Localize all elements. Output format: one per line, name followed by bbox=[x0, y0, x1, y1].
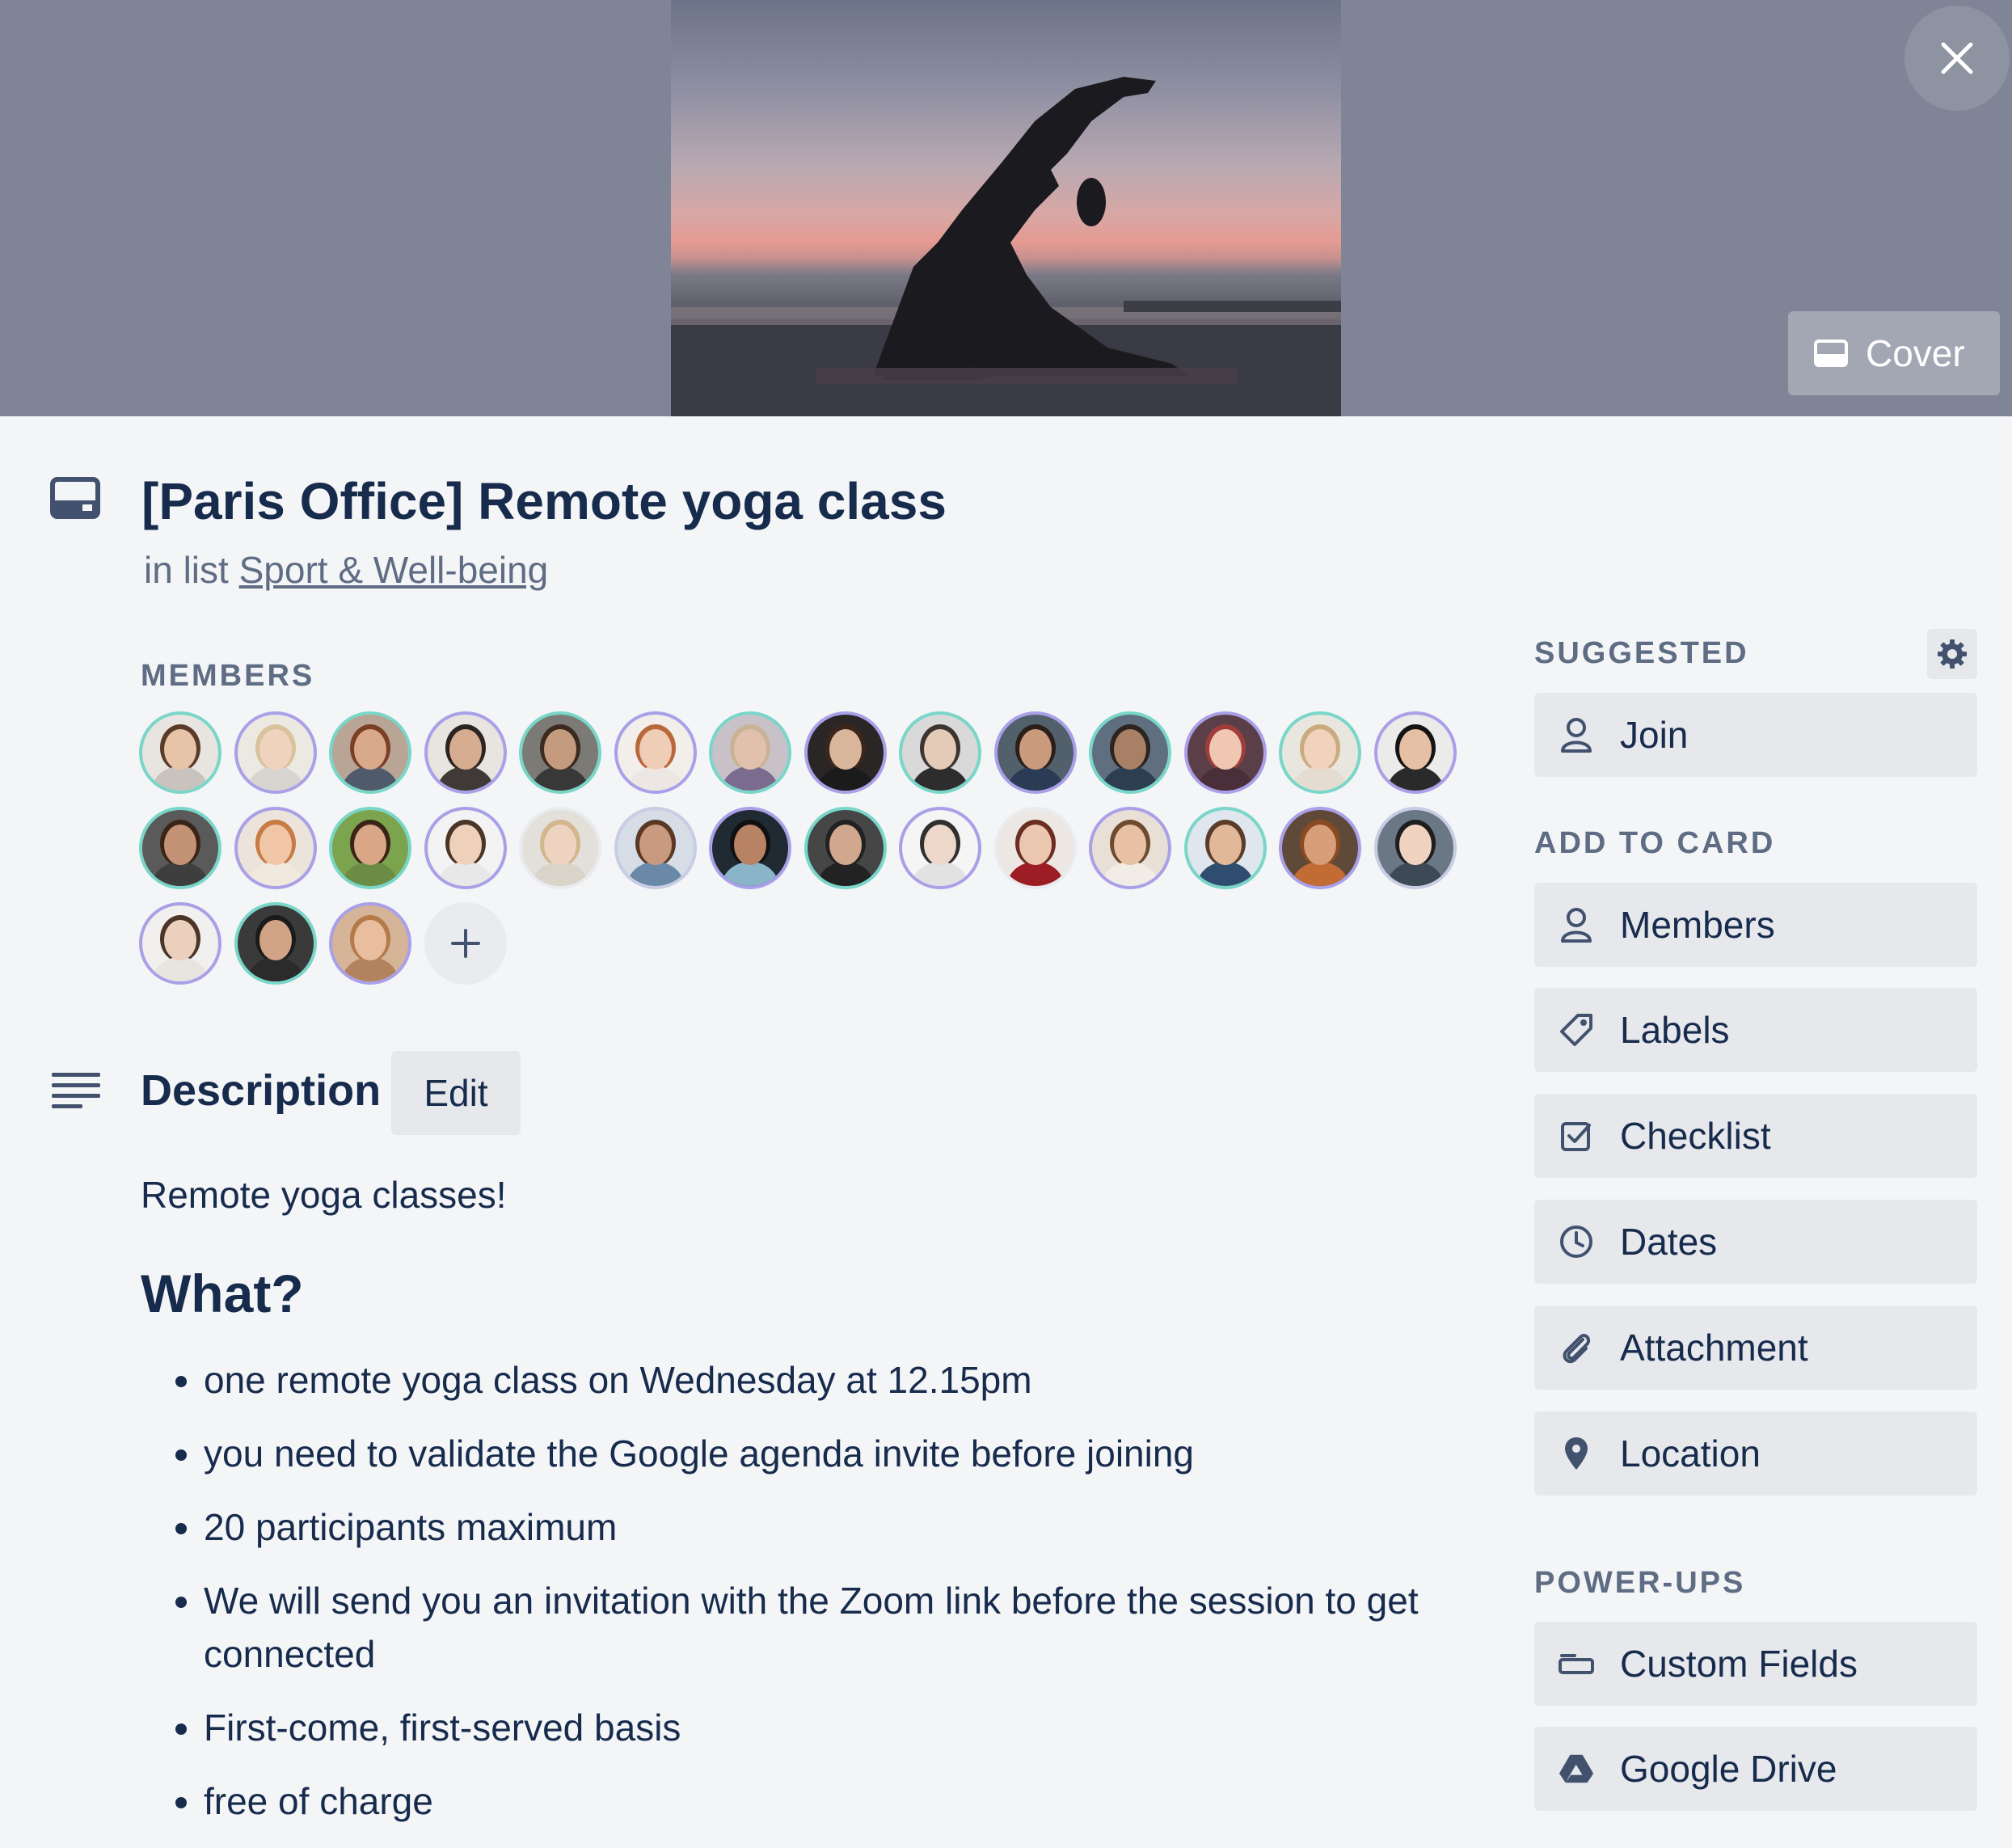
description-intro: Remote yoga classes! bbox=[141, 1174, 507, 1216]
dates-button[interactable]: Dates bbox=[1534, 1200, 1977, 1284]
add-members-button[interactable]: Members bbox=[1534, 883, 1977, 967]
member-avatar[interactable] bbox=[1183, 807, 1267, 889]
description-list-item: We will send you an invitation with the … bbox=[204, 1574, 1474, 1681]
labels-button-label: Labels bbox=[1620, 1009, 1730, 1051]
member-avatar[interactable] bbox=[709, 807, 791, 889]
paperclip-icon bbox=[1559, 1330, 1594, 1365]
member-avatar[interactable] bbox=[993, 711, 1077, 794]
member-avatar[interactable] bbox=[519, 711, 601, 794]
list-link[interactable]: Sport & Well-being bbox=[239, 549, 549, 591]
edit-description-button[interactable]: Edit bbox=[391, 1051, 521, 1135]
google-drive-icon bbox=[1559, 1751, 1594, 1787]
person-icon bbox=[1559, 907, 1594, 943]
member-avatar[interactable] bbox=[1373, 711, 1457, 794]
in-list-prefix: in list bbox=[144, 549, 229, 591]
plus-icon bbox=[450, 929, 480, 958]
suggested-settings-button[interactable] bbox=[1927, 629, 1977, 679]
suggested-label: SUGGESTED bbox=[1534, 636, 1749, 670]
member-avatar[interactable] bbox=[1183, 711, 1267, 794]
member-avatar[interactable] bbox=[424, 711, 507, 794]
power-ups-label: POWER-UPS bbox=[1534, 1566, 1746, 1600]
member-avatar[interactable] bbox=[1373, 807, 1457, 889]
close-button[interactable] bbox=[1904, 6, 2010, 111]
member-avatar[interactable] bbox=[234, 807, 317, 889]
attachment-button[interactable]: Attachment bbox=[1534, 1306, 1977, 1390]
member-avatar[interactable] bbox=[1089, 807, 1171, 889]
member-avatar[interactable] bbox=[804, 711, 887, 794]
checklist-icon bbox=[1559, 1118, 1594, 1154]
member-avatar[interactable] bbox=[614, 807, 697, 889]
member-avatar[interactable] bbox=[709, 711, 791, 794]
members-button-label: Members bbox=[1620, 904, 1775, 946]
member-avatar[interactable] bbox=[329, 902, 411, 985]
member-avatar[interactable] bbox=[1089, 711, 1171, 794]
in-list-text: in list Sport & Well-being bbox=[144, 548, 548, 592]
members-label: MEMBERS bbox=[141, 659, 315, 693]
description-list-item: you need to validate the Google agenda i… bbox=[204, 1427, 1474, 1480]
member-avatar[interactable] bbox=[139, 711, 221, 794]
add-member-button[interactable] bbox=[424, 902, 507, 985]
custom-fields-icon bbox=[1559, 1646, 1594, 1681]
attachment-button-label: Attachment bbox=[1620, 1327, 1808, 1369]
member-avatar[interactable] bbox=[1279, 711, 1361, 794]
add-to-card-label: ADD TO CARD bbox=[1534, 826, 1776, 860]
description-list-item: free of charge bbox=[204, 1774, 1474, 1828]
member-avatar[interactable] bbox=[899, 807, 981, 889]
member-avatar[interactable] bbox=[614, 711, 697, 794]
description-heading: What? bbox=[141, 1264, 304, 1323]
checklist-button[interactable]: Checklist bbox=[1534, 1094, 1977, 1178]
labels-button[interactable]: Labels bbox=[1534, 988, 1977, 1072]
close-icon bbox=[1941, 42, 1973, 74]
google-drive-button[interactable]: Google Drive bbox=[1534, 1727, 1977, 1811]
member-avatar[interactable] bbox=[139, 807, 221, 889]
cover-button[interactable]: Cover bbox=[1788, 311, 2000, 395]
card-cover-icon bbox=[1814, 340, 1848, 367]
tag-icon bbox=[1559, 1012, 1594, 1048]
member-avatar[interactable] bbox=[234, 902, 317, 985]
card-cover: Cover bbox=[0, 0, 2012, 416]
person-icon bbox=[1559, 717, 1594, 753]
member-avatar[interactable] bbox=[993, 807, 1077, 889]
card-title[interactable]: [Paris Office] Remote yoga class bbox=[141, 469, 947, 534]
description-body[interactable]: Remote yoga classes! What? one remote yo… bbox=[141, 1171, 1474, 1848]
checklist-button-label: Checklist bbox=[1620, 1115, 1771, 1157]
member-avatar[interactable] bbox=[329, 807, 411, 889]
member-avatar[interactable] bbox=[234, 711, 317, 794]
member-avatar[interactable] bbox=[139, 902, 221, 985]
clock-icon bbox=[1559, 1224, 1594, 1259]
cover-button-label: Cover bbox=[1866, 332, 1965, 374]
join-label: Join bbox=[1620, 714, 1689, 756]
description-list-item: First-come, first-served basis bbox=[204, 1701, 1474, 1754]
member-avatar[interactable] bbox=[804, 807, 887, 889]
dates-button-label: Dates bbox=[1620, 1221, 1718, 1263]
google-drive-label: Google Drive bbox=[1620, 1748, 1837, 1790]
member-avatar[interactable] bbox=[1279, 807, 1361, 889]
custom-fields-button[interactable]: Custom Fields bbox=[1534, 1622, 1977, 1706]
description-list-item: one remote yoga class on Wednesday at 12… bbox=[204, 1353, 1474, 1407]
description-list-item: 20 participants maximum bbox=[204, 1500, 1474, 1554]
member-avatar[interactable] bbox=[519, 807, 601, 889]
join-button[interactable]: Join bbox=[1534, 693, 1977, 777]
description-title: Description bbox=[141, 1066, 382, 1115]
location-button-label: Location bbox=[1620, 1432, 1761, 1475]
member-avatar[interactable] bbox=[329, 711, 411, 794]
gear-icon bbox=[1938, 639, 1967, 669]
location-pin-icon bbox=[1559, 1436, 1594, 1471]
cover-photo bbox=[671, 0, 1341, 416]
custom-fields-label: Custom Fields bbox=[1620, 1643, 1858, 1685]
card-icon bbox=[50, 477, 100, 519]
description-list: one remote yoga class on Wednesday at 12… bbox=[141, 1353, 1474, 1828]
member-avatar[interactable] bbox=[899, 711, 981, 794]
location-button[interactable]: Location bbox=[1534, 1411, 1977, 1496]
member-avatar[interactable] bbox=[424, 807, 507, 889]
description-icon bbox=[52, 1073, 100, 1108]
